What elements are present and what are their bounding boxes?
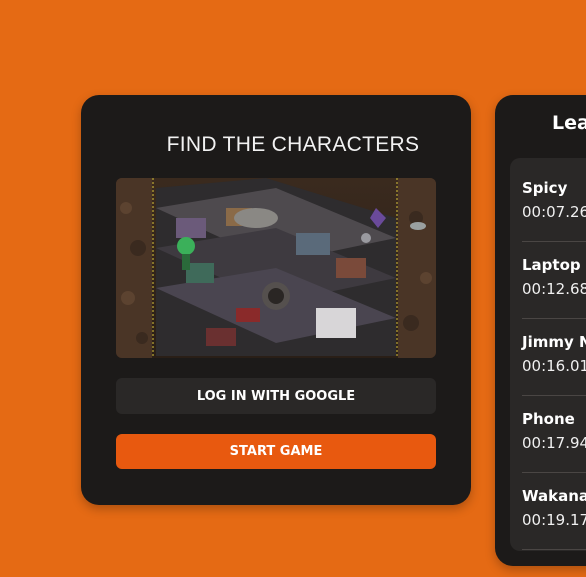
isometric-scene-illustration <box>116 178 436 358</box>
start-game-button[interactable]: START GAME <box>116 434 436 469</box>
player-name: Wakana <box>522 487 586 505</box>
leaderboard-entry: Jimmy N 00:16.01 <box>522 319 586 396</box>
leaderboard-entry: Laptop 00:12.68 <box>522 242 586 319</box>
player-name: Phone <box>522 410 575 428</box>
page: FIND THE CHARACTERS LOG IN WITH GOOGLE S… <box>0 0 586 577</box>
game-preview-image <box>116 178 436 358</box>
leaderboard-entry: Phone 00:17.94 <box>522 396 586 473</box>
player-name: Laptop <box>522 256 581 274</box>
player-name: Jimmy N <box>522 333 586 351</box>
player-time: 00:17.94 <box>522 434 586 452</box>
player-time: 00:19.17 <box>522 511 586 529</box>
leaderboard-title: Lea <box>552 112 586 134</box>
leaderboard-entry: Wakana 00:19.17 <box>522 473 586 550</box>
player-time: 00:12.68 <box>522 280 586 298</box>
player-name: Spicy <box>522 179 568 197</box>
leaderboard-entry: Spicy 00:07.26 <box>522 165 586 242</box>
login-with-google-button[interactable]: LOG IN WITH GOOGLE <box>116 378 436 414</box>
player-time: 00:07.26 <box>522 203 586 221</box>
player-time: 00:16.01 <box>522 357 586 375</box>
